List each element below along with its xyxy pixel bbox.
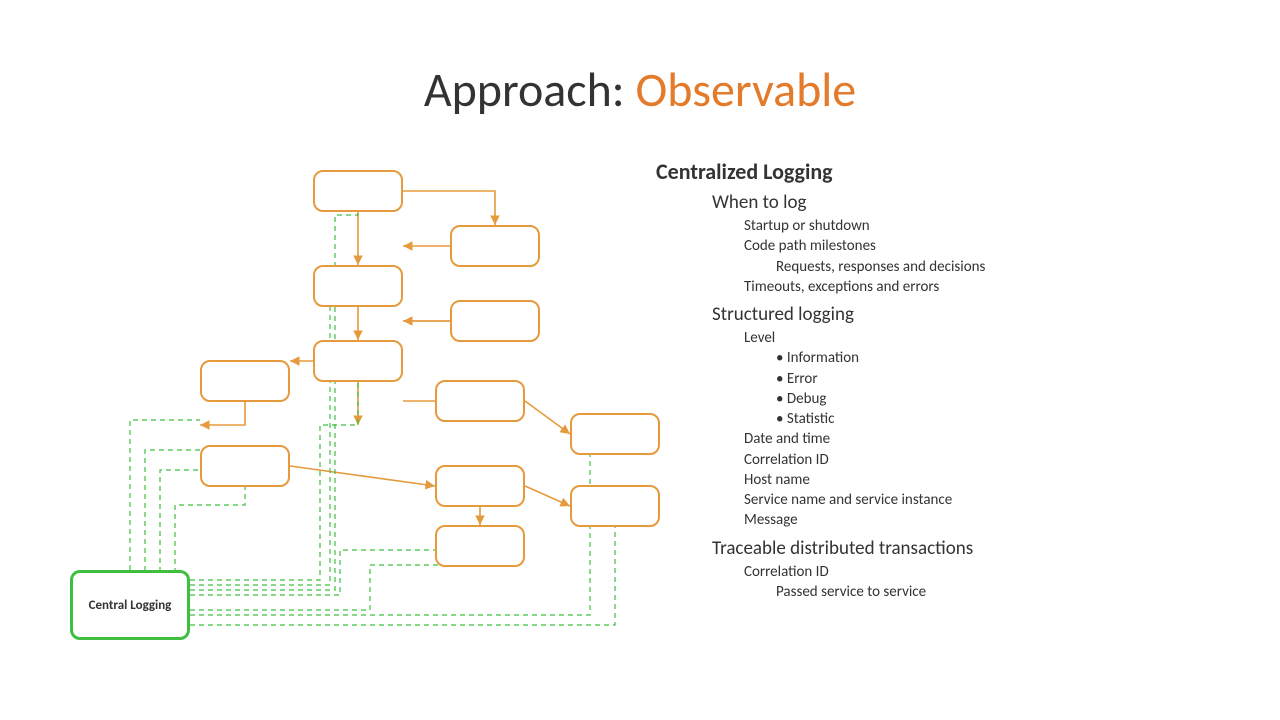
- service-node: [313, 265, 403, 307]
- item-message: Message: [744, 510, 1246, 530]
- service-node: [570, 413, 660, 455]
- subhead-traceable: Traceable distributed transactions: [712, 537, 1246, 560]
- item-host: Host name: [744, 470, 1246, 490]
- architecture-diagram: Central Logging: [70, 165, 680, 645]
- service-node: [435, 525, 525, 567]
- service-node: [435, 380, 525, 422]
- service-node: [570, 485, 660, 527]
- item-level-stat: Statistic: [776, 409, 1246, 429]
- item-timeouts: Timeouts, exceptions and errors: [744, 277, 1246, 297]
- item-level-debug: Debug: [776, 389, 1246, 409]
- item-level: Level: [744, 328, 1246, 348]
- service-node: [450, 300, 540, 342]
- title-accent: Observable: [636, 60, 857, 119]
- service-node: [313, 340, 403, 382]
- subhead-structured-logging: Structured logging: [712, 303, 1246, 326]
- service-node: [200, 360, 290, 402]
- heading-centralized-logging: Centralized Logging: [656, 158, 1246, 185]
- item-datetime: Date and time: [744, 429, 1246, 449]
- content-outline: Centralized Logging When to log Startup …: [656, 158, 1246, 602]
- service-node: [313, 170, 403, 212]
- service-node: [435, 465, 525, 507]
- item-corrid: Correlation ID: [744, 450, 1246, 470]
- item-startup: Startup or shutdown: [744, 216, 1246, 236]
- item-level-info: Information: [776, 348, 1246, 368]
- title-plain: Approach:: [424, 60, 636, 119]
- item-requests: Requests, responses and decisions: [776, 257, 1246, 277]
- item-trace-corr: Correlation ID: [744, 562, 1246, 582]
- service-node: [450, 225, 540, 267]
- service-node: [200, 445, 290, 487]
- subhead-when-to-log: When to log: [712, 191, 1246, 214]
- item-trace-pass: Passed service to service: [776, 582, 1246, 602]
- slide-title: Approach: Observable: [0, 60, 1280, 119]
- item-milestones: Code path milestones: [744, 236, 1246, 256]
- item-level-error: Error: [776, 369, 1246, 389]
- item-service: Service name and service instance: [744, 490, 1246, 510]
- central-logging-node: Central Logging: [70, 570, 190, 640]
